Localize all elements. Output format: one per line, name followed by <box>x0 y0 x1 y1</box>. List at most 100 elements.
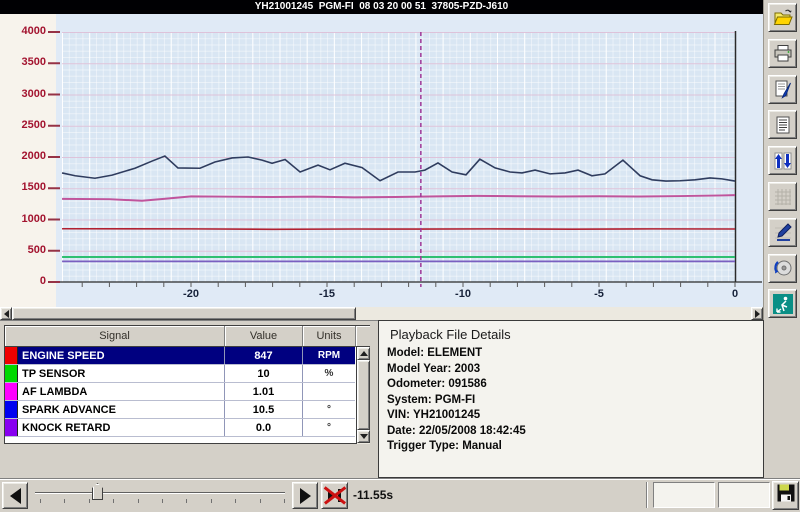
scroll-left-icon <box>4 310 9 318</box>
graph-panel: 40003500300025002000150010005000 -20-15-… <box>0 14 763 307</box>
y-axis-label: 1500 <box>2 181 46 193</box>
x-axis-label: -10 <box>455 288 471 300</box>
toolbar-right <box>763 0 800 512</box>
scroll-right-button[interactable] <box>751 307 763 320</box>
detail-odometer: Odometer: 091586 <box>387 377 763 393</box>
x-axis-label: -15 <box>319 288 335 300</box>
toolbar-annotate-graph-button[interactable] <box>768 218 797 247</box>
signals-v-scrollbar[interactable] <box>356 347 370 444</box>
signal-value: 10 <box>225 365 303 382</box>
slider-tick <box>284 499 285 503</box>
statusbar-divider <box>646 482 647 508</box>
signals-panel: Signal Value Units ENGINE SPEED847RPMTP … <box>0 320 378 478</box>
pencil-chart-icon <box>772 221 794 243</box>
slider-tick <box>162 499 163 503</box>
scroll-right-icon <box>755 310 760 318</box>
save-button[interactable] <box>772 481 799 510</box>
toolbar-reorder-signals-button[interactable] <box>768 146 797 175</box>
detail-trigger-type: Trigger Type: Manual <box>387 439 763 455</box>
scroll-left-button[interactable] <box>0 307 12 320</box>
step-forward-button[interactable] <box>292 482 318 509</box>
signal-row-af-lambda[interactable]: AF LAMBDA1.01 <box>5 383 355 401</box>
y-axis-label: 2500 <box>2 119 46 131</box>
y-axis-label: 3000 <box>2 88 46 100</box>
slider-tick <box>186 499 187 503</box>
signal-color-swatch <box>5 365 18 382</box>
signal-color-swatch <box>5 383 18 400</box>
toolbar-edit-record-button[interactable] <box>768 75 797 104</box>
floppy-disk-icon <box>775 482 797 509</box>
signal-units: ° <box>303 401 355 418</box>
signal-color-swatch <box>5 419 18 436</box>
disk-sync-icon <box>772 257 794 279</box>
toolbar-exit-button[interactable] <box>768 289 797 318</box>
slider-tick <box>89 499 90 503</box>
signal-row-tp-sensor[interactable]: TP SENSOR10% <box>5 365 355 383</box>
playback-slider-thumb[interactable] <box>92 483 103 500</box>
toolbar-open-file-button[interactable] <box>768 3 797 32</box>
signal-units: ° <box>303 419 355 436</box>
cursor-time-label: -11.55s <box>353 488 393 502</box>
series-engine-speed-line <box>62 229 735 230</box>
grid-icon <box>772 186 794 208</box>
signal-name: TP SENSOR <box>18 365 225 382</box>
graph-h-scrollbar[interactable] <box>0 307 763 320</box>
y-axis-label: 2000 <box>2 150 46 162</box>
transport-bar: -11.55s <box>0 478 800 512</box>
signal-row-knock-retard[interactable]: KNOCK RETARD0.0° <box>5 419 355 437</box>
signal-units: RPM <box>303 347 355 364</box>
slider-tick <box>64 499 65 503</box>
signal-name: AF LAMBDA <box>18 383 225 400</box>
x-axis-label: 0 <box>732 288 738 300</box>
document-pencil-icon <box>772 78 794 100</box>
signals-scrollbar-thumb[interactable] <box>357 360 370 430</box>
slider-tick <box>260 499 261 503</box>
signal-units <box>303 383 355 400</box>
x-axis-label: -5 <box>594 288 604 300</box>
slider-tick <box>138 499 139 503</box>
open-folder-icon <box>772 7 794 29</box>
status-box-1 <box>653 482 715 508</box>
slider-tick <box>40 499 41 503</box>
column-header-spacer <box>356 326 370 347</box>
up-down-arrows-icon <box>772 150 794 172</box>
y-axis-label: 500 <box>2 244 46 256</box>
signal-row-spark-advance[interactable]: SPARK ADVANCE10.5° <box>5 401 355 419</box>
exit-person-icon <box>772 293 794 315</box>
x-axis-label: -20 <box>183 288 199 300</box>
chart-canvas <box>0 14 763 307</box>
y-axis-label: 3500 <box>2 56 46 68</box>
signal-value: 847 <box>225 347 303 364</box>
signal-units: % <box>303 365 355 382</box>
playback-details-panel: Playback File Details Model: ELEMENTMode… <box>378 320 764 478</box>
signals-scroll-up-button[interactable] <box>357 347 370 360</box>
signal-value: 0.0 <box>225 419 303 436</box>
y-axis-label: 1000 <box>2 213 46 225</box>
detail-date: Date: 22/05/2008 18:42:45 <box>387 424 763 440</box>
step-back-button[interactable] <box>2 482 28 509</box>
slider-tick <box>113 499 114 503</box>
signal-name: KNOCK RETARD <box>18 419 225 436</box>
window-title: YH21001245 PGM-FI 08 03 20 00 51 37805-P… <box>0 0 763 14</box>
toolbar-data-list-button[interactable] <box>768 110 797 139</box>
column-header-signal: Signal <box>5 326 225 347</box>
playback-slider-track[interactable] <box>35 492 285 494</box>
toolbar-grid-view-button[interactable] <box>768 182 797 211</box>
detail-vin: VIN: YH21001245 <box>387 408 763 424</box>
h-scrollbar-thumb[interactable] <box>12 307 356 320</box>
skip-to-end-button[interactable] <box>321 482 348 509</box>
column-header-units: Units <box>303 326 356 347</box>
printer-icon <box>772 42 794 64</box>
column-header-value: Value <box>225 326 303 347</box>
signal-name: SPARK ADVANCE <box>18 401 225 418</box>
signal-color-swatch <box>5 347 18 364</box>
signal-row-engine-speed[interactable]: ENGINE SPEED847RPM <box>5 347 355 365</box>
toolbar-print-button[interactable] <box>768 39 797 68</box>
hds-playback-window: YH21001245 PGM-FI 08 03 20 00 51 37805-P… <box>0 0 800 512</box>
series-af-lambda-line <box>62 195 735 201</box>
signal-color-swatch <box>5 401 18 418</box>
detail-model-year: Model Year: 2003 <box>387 362 763 378</box>
toolbar-export-data-button[interactable] <box>768 254 797 283</box>
signal-value: 1.01 <box>225 383 303 400</box>
signals-scroll-down-button[interactable] <box>357 430 370 443</box>
